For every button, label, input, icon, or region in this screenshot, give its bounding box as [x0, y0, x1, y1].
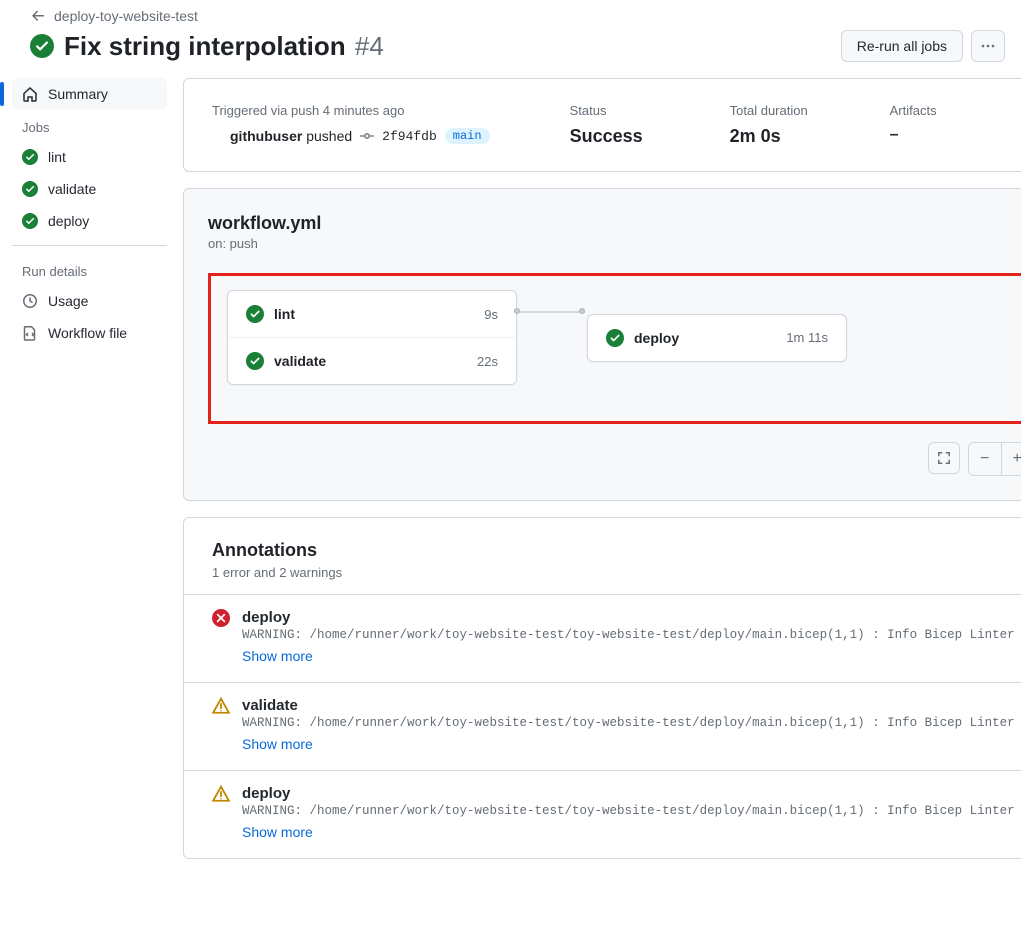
show-more-link[interactable]: Show more — [242, 736, 313, 752]
sidebar-usage-label: Usage — [48, 293, 88, 309]
duration-label: Total duration — [730, 103, 870, 118]
warning-icon — [212, 697, 230, 715]
graph-connector — [517, 311, 585, 313]
sidebar-summary-label: Summary — [48, 86, 108, 102]
annotation-message: WARNING: /home/runner/work/toy-website-t… — [242, 716, 1021, 730]
annotation-message: WARNING: /home/runner/work/toy-website-t… — [242, 804, 1021, 818]
sidebar-summary[interactable]: Summary — [12, 78, 167, 110]
run-summary-card: Triggered via push 4 minutes ago githubu… — [183, 78, 1021, 172]
status-check-icon — [30, 34, 54, 58]
job-node-validate[interactable]: validate 22s — [228, 337, 516, 384]
job-time: 1m 11s — [786, 330, 828, 345]
annotation-name[interactable]: validate — [242, 697, 1021, 714]
sidebar-jobs-heading: Jobs — [12, 110, 167, 141]
workflow-name: workflow.yml — [208, 213, 1021, 234]
sidebar-run-heading: Run details — [12, 254, 167, 285]
zoom-out-button[interactable]: − — [969, 443, 1001, 475]
annotations-card: Annotations 1 error and 2 warnings deplo… — [183, 517, 1021, 859]
commit-icon — [360, 129, 374, 143]
annotation-row: validate WARNING: /home/runner/work/toy-… — [184, 682, 1021, 770]
sidebar-job-label: validate — [48, 181, 96, 197]
artifacts-value: – — [890, 126, 1021, 144]
annotation-row: deploy WARNING: /home/runner/work/toy-we… — [184, 594, 1021, 682]
duration-value[interactable]: 2m 0s — [730, 126, 870, 147]
annotations-title: Annotations — [212, 540, 1021, 561]
job-node-lint[interactable]: lint 9s — [228, 291, 516, 337]
job-group-left: lint 9s validate 22s — [227, 290, 517, 385]
job-name: validate — [274, 353, 326, 369]
job-name: lint — [274, 306, 295, 322]
zoom-in-button[interactable]: + — [1001, 443, 1021, 475]
job-name: deploy — [634, 330, 679, 346]
sidebar-usage[interactable]: Usage — [12, 285, 167, 317]
breadcrumb[interactable]: deploy-toy-website-test — [54, 8, 198, 24]
branch-pill[interactable]: main — [445, 128, 490, 144]
commit-hash[interactable]: 2f94fdb — [382, 129, 437, 144]
sidebar-workflow-file-label: Workflow file — [48, 325, 127, 341]
show-more-link[interactable]: Show more — [242, 824, 313, 840]
sidebar-job-validate[interactable]: validate — [12, 173, 167, 205]
actor-name[interactable]: githubuser — [230, 128, 302, 144]
status-value: Success — [570, 126, 710, 147]
error-icon — [212, 609, 230, 627]
sidebar-job-deploy[interactable]: deploy — [12, 205, 167, 237]
workflow-graph-card: workflow.yml on: push lint 9s — [183, 188, 1021, 501]
page-title: Fix string interpolation #4 — [64, 31, 384, 62]
annotation-name[interactable]: deploy — [242, 785, 1021, 802]
back-arrow-icon[interactable] — [30, 8, 46, 24]
sidebar: Summary Jobs lint validate deploy Run de… — [12, 78, 167, 859]
kebab-menu-button[interactable] — [971, 30, 1005, 62]
workflow-on: on: push — [208, 236, 1021, 251]
annotation-row: deploy WARNING: /home/runner/work/toy-we… — [184, 770, 1021, 858]
sidebar-workflow-file[interactable]: Workflow file — [12, 317, 167, 349]
job-group-right: deploy 1m 11s — [587, 314, 847, 362]
graph-dot — [514, 308, 520, 314]
job-time: 22s — [477, 354, 498, 369]
fullscreen-button[interactable] — [928, 442, 960, 474]
sidebar-job-lint[interactable]: lint — [12, 141, 167, 173]
trigger-label: Triggered via push 4 minutes ago — [212, 103, 550, 118]
sidebar-job-label: deploy — [48, 213, 89, 229]
job-node-deploy[interactable]: deploy 1m 11s — [588, 315, 846, 361]
sidebar-job-label: lint — [48, 149, 66, 165]
status-label: Status — [570, 103, 710, 118]
run-number: #4 — [355, 31, 384, 61]
annotations-subtitle: 1 error and 2 warnings — [212, 565, 1021, 580]
workflow-graph-highlight: lint 9s validate 22s — [208, 273, 1021, 424]
annotation-name[interactable]: deploy — [242, 609, 1021, 626]
artifacts-label: Artifacts — [890, 103, 1021, 118]
annotation-message: WARNING: /home/runner/work/toy-website-t… — [242, 628, 1021, 642]
warning-icon — [212, 785, 230, 803]
show-more-link[interactable]: Show more — [242, 648, 313, 664]
graph-dot — [579, 308, 585, 314]
rerun-all-jobs-button[interactable]: Re-run all jobs — [841, 30, 963, 62]
job-time: 9s — [484, 307, 498, 322]
